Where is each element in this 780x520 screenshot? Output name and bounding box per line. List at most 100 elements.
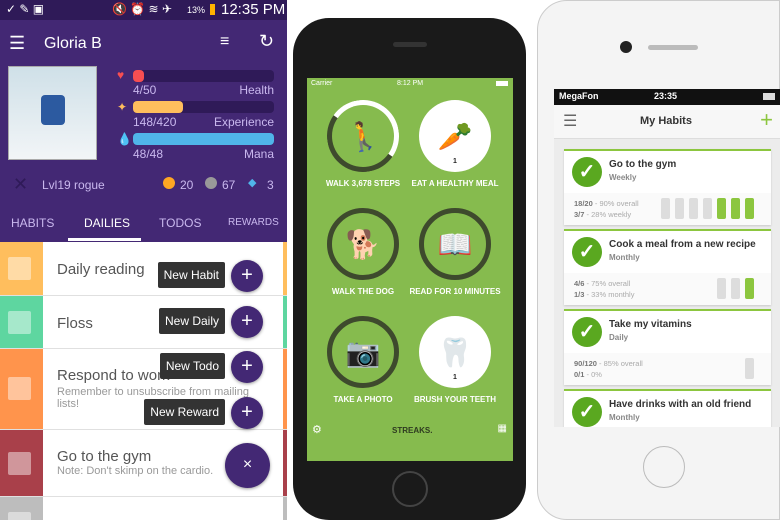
carrot-icon: 🥕 — [437, 120, 473, 152]
streak-dog-button[interactable]: 🐕 — [327, 208, 399, 280]
habit-title: Cook a meal from a new recipe — [609, 239, 756, 250]
task-checkbox-area[interactable] — [0, 242, 43, 295]
check-icon[interactable]: ✓ — [572, 397, 602, 427]
check-icon[interactable]: ✓ — [572, 157, 602, 187]
task-checkbox[interactable] — [8, 377, 31, 400]
avatar-character — [41, 95, 65, 125]
tab-rewards[interactable]: REWARDS — [228, 217, 279, 228]
streak-label: BRUSH YOUR TEETH — [413, 395, 497, 404]
myhabits-phone: MegaFon 23:35 ☰ My Habits + ✓ Go to the … — [537, 0, 780, 520]
streaks-screen: Carrier 8:12 PM 🚶 WALK 3,678 STEPS 🥕 1 EA… — [307, 78, 513, 461]
tab-dailies[interactable]: DAILIES — [84, 216, 130, 230]
streak-label: READ FOR 10 MINUTES — [409, 287, 501, 296]
new-reward-label[interactable]: New Reward — [144, 399, 225, 425]
streak-count: 1 — [453, 374, 457, 381]
new-habit-button[interactable]: + — [231, 260, 263, 292]
overall-pct: - 75% overall — [584, 279, 631, 288]
streak-label: WALK 3,678 STEPS — [325, 179, 401, 188]
menu-icon[interactable]: ☰ — [9, 33, 25, 54]
streak-carrot-button[interactable]: 🥕 1 — [419, 100, 491, 172]
task-checkbox[interactable] — [8, 311, 31, 334]
carrier: Carrier — [311, 80, 333, 87]
dog-icon: 🐕 — [345, 228, 381, 260]
battery-level: 13% — [187, 5, 206, 15]
habit-stats: 18/20 - 90% overall 3/7 - 28% weekly — [564, 193, 771, 225]
streaks-phone: Carrier 8:12 PM 🚶 WALK 3,678 STEPS 🥕 1 EA… — [293, 18, 526, 520]
habit-card[interactable]: ✓ Cook a meal from a new recipe Monthly 4… — [564, 229, 771, 305]
system-icons: 🔇 ⏰ ≋ ✈ — [112, 2, 172, 16]
task-checkbox[interactable] — [8, 257, 31, 280]
filter-icon[interactable]: ≡ — [220, 33, 229, 51]
brand-logo: STREAKS. — [392, 426, 433, 435]
habit-title: Have drinks with an old friend — [609, 399, 752, 410]
add-icon[interactable]: + — [760, 107, 773, 133]
streak-tooth-button[interactable]: 🦷 1 — [419, 316, 491, 388]
close-fab-button[interactable]: × — [225, 443, 270, 488]
check-icon[interactable]: ✓ — [572, 317, 602, 347]
streak-label: TAKE A PHOTO — [333, 395, 393, 404]
experience-bar — [133, 101, 274, 113]
habitica-screen: ✓ ✎ ▣ 🔇 ⏰ ≋ ✈ 13% 12:35 PM ☰ Gloria B ≡ … — [0, 0, 287, 520]
settings-icon[interactable]: ⚙ — [312, 423, 322, 436]
progress-block — [717, 278, 726, 299]
home-button[interactable] — [392, 471, 428, 507]
task-checkbox-area[interactable] — [0, 349, 43, 429]
page-title: My Habits — [640, 115, 692, 127]
streak-camera-button[interactable]: 📷 — [327, 316, 399, 388]
new-daily-label[interactable]: New Daily — [158, 308, 225, 334]
task-checkbox-area[interactable] — [0, 497, 43, 520]
status-bar: MegaFon 23:35 — [554, 89, 780, 105]
habit-card[interactable]: ✓ Take my vitamins Daily 90/120 - 85% ove… — [564, 309, 771, 385]
new-habit-label[interactable]: New Habit — [157, 262, 225, 288]
calendar-icon[interactable]: ▦ — [498, 423, 507, 434]
progress-block — [731, 198, 740, 219]
health-bar — [133, 70, 274, 82]
progress-block — [745, 358, 754, 379]
streak-walking-person-button[interactable]: 🚶 — [321, 94, 405, 178]
streak-book-button[interactable]: 📖 — [419, 208, 491, 280]
rogue-class-icon: ✕ — [13, 174, 29, 194]
battery-icon — [763, 93, 775, 100]
home-button[interactable] — [643, 446, 685, 488]
habit-title: Go to the gym — [609, 159, 677, 170]
new-todo-label[interactable]: New Todo — [159, 353, 225, 379]
gold-icon — [163, 177, 175, 189]
task-checkbox[interactable] — [8, 451, 31, 475]
camera — [620, 41, 632, 53]
overall-count: 90/120 — [574, 359, 597, 368]
task-color-edge — [283, 296, 287, 348]
camera-icon: 📷 — [345, 336, 381, 368]
task-title: Go to the gym — [57, 448, 152, 465]
star-icon: ✦ — [117, 100, 128, 114]
task-color-edge — [283, 349, 287, 429]
period-count: 3/7 — [574, 210, 585, 219]
nav-bar: ☰ My Habits + — [554, 105, 780, 139]
task-checkbox-area[interactable] — [0, 430, 43, 496]
experience-value: 148/420 — [133, 115, 177, 129]
check-icon[interactable]: ✓ — [572, 237, 602, 267]
task-color-edge — [283, 430, 287, 496]
progress-block — [675, 198, 684, 219]
header: ☰ Gloria B ≡ ↻ ♥ 4/50 Health ✦ 148/420 E… — [0, 20, 287, 242]
carrier: MegaFon — [559, 91, 599, 101]
progress-block — [745, 278, 754, 299]
new-reward-button[interactable]: + — [231, 397, 263, 429]
tab-todos[interactable]: TODOS — [159, 216, 201, 230]
new-daily-button[interactable]: + — [231, 306, 263, 338]
new-todo-button[interactable]: + — [231, 351, 263, 383]
period-pct: - 33% monthly — [584, 290, 635, 299]
menu-icon[interactable]: ☰ — [563, 111, 577, 131]
refresh-icon[interactable]: ↻ — [259, 31, 274, 52]
task-checkbox[interactable] — [8, 512, 31, 520]
gem-icon: ◆ — [248, 177, 257, 189]
speaker — [393, 42, 427, 47]
task-checkbox-area[interactable] — [0, 296, 43, 348]
task-title: Respond to work — [57, 367, 170, 384]
habit-card[interactable]: ✓ Go to the gym Weekly 18/20 - 90% overal… — [564, 149, 771, 225]
task-row[interactable] — [0, 497, 287, 520]
habit-card[interactable]: ✓ Have drinks with an old friend Monthly — [564, 389, 771, 427]
habit-frequency: Weekly — [609, 173, 637, 182]
task-title: Daily reading — [57, 261, 145, 278]
progress-block — [689, 198, 698, 219]
tab-habits[interactable]: HABITS — [11, 216, 54, 230]
